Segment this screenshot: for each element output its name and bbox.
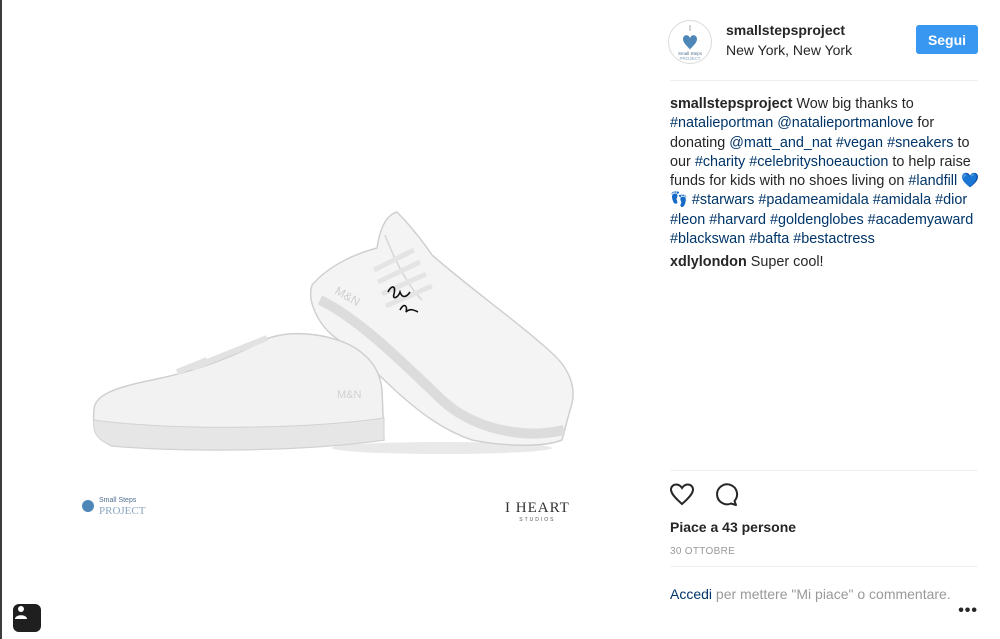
hashtag-link[interactable]: #goldenglobes <box>770 212 864 228</box>
hashtag-link[interactable]: @natalieportmanlove <box>777 115 913 131</box>
caption-text: Wow big thanks to #natalieportman @natal… <box>670 96 979 247</box>
comment-author[interactable]: xdlylondon <box>670 254 747 270</box>
svg-text:PROJECT: PROJECT <box>679 56 700 61</box>
sneakers-image: M&N M&N <box>92 211 574 454</box>
comment-text: Super cool! <box>750 254 824 271</box>
hashtag-link[interactable]: #bafta <box>749 231 789 247</box>
caption-fragment: Wow big thanks to <box>796 96 914 112</box>
caption-author[interactable]: smallstepsproject <box>670 96 792 112</box>
person-tag-icon[interactable] <box>13 604 41 632</box>
hashtag-link[interactable]: #blackswan <box>670 231 745 247</box>
more-options-icon[interactable]: ••• <box>958 602 978 620</box>
hashtag-link[interactable]: #amidala <box>873 192 931 208</box>
hashtag-link[interactable]: #dior <box>935 192 967 208</box>
likes-count[interactable]: Piace a 43 persone <box>670 519 796 535</box>
comment-item: xdlylondon Super cool! <box>670 253 982 272</box>
post-photo[interactable]: M&N M&N Small Steps PROJECT I HEART STUD… <box>2 0 654 639</box>
watermark-line2: PROJECT <box>99 505 146 517</box>
hashtag-link[interactable]: #sneakers <box>887 135 953 151</box>
login-prompt: Accedi per mettere "Mi piace" o commenta… <box>670 585 978 604</box>
comments-list: smallstepsproject Wow big thanks to #nat… <box>670 95 982 277</box>
divider <box>670 470 978 471</box>
hashtag-link[interactable]: @matt_and_nat <box>729 135 832 151</box>
divider <box>670 566 978 567</box>
avatar[interactable]: Small Steps PROJECT <box>668 20 712 64</box>
hashtag-link[interactable]: #natalieportman <box>670 115 773 131</box>
hashtag-link[interactable]: #vegan <box>836 135 883 151</box>
post-date[interactable]: 30 OTTOBRE <box>670 546 735 557</box>
hashtag-link[interactable]: #celebrityshoeauction <box>749 154 888 170</box>
post-sidebar: Small Steps PROJECT smallstepsproject Ne… <box>654 0 1000 639</box>
hashtag-link[interactable]: #harvard <box>709 212 766 228</box>
divider <box>670 80 978 81</box>
post-header: Small Steps PROJECT smallstepsproject Ne… <box>668 18 978 64</box>
hashtag-link[interactable]: #landfill <box>908 173 957 189</box>
hashtag-link[interactable]: #padameamidala <box>758 192 868 208</box>
username[interactable]: smallstepsproject <box>726 22 845 38</box>
svg-text:M&N: M&N <box>337 389 362 401</box>
login-text: per mettere "Mi piace" o commentare. <box>712 586 951 602</box>
caption: smallstepsproject Wow big thanks to #nat… <box>670 95 982 249</box>
action-bar <box>668 480 758 512</box>
login-link[interactable]: Accedi <box>670 586 712 602</box>
heart-icon[interactable] <box>668 480 696 513</box>
follow-button[interactable]: Segui <box>916 25 978 54</box>
small-steps-logo-icon <box>82 500 94 512</box>
front-sneaker: M&N <box>92 332 385 451</box>
comment-icon[interactable] <box>712 480 740 513</box>
hashtag-link[interactable]: #bestactress <box>793 231 875 247</box>
watermark-brand: I HEART <box>505 500 570 516</box>
small-steps-watermark: Small Steps PROJECT <box>82 496 146 517</box>
hashtag-link[interactable]: #charity <box>695 154 745 170</box>
hashtag-link[interactable]: #academyaward <box>868 212 974 228</box>
hashtag-link[interactable]: #leon <box>670 212 705 228</box>
location[interactable]: New York, New York <box>726 42 852 58</box>
watermark-sub: STUDIOS <box>519 517 556 523</box>
i-heart-studios-watermark: I HEART STUDIOS <box>505 500 570 523</box>
hashtag-link[interactable]: #starwars <box>692 192 754 208</box>
